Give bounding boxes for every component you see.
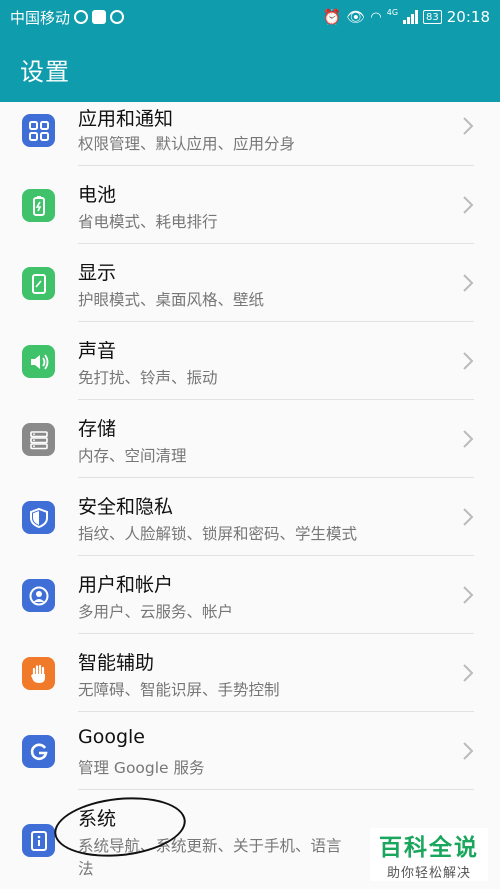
display-icon	[22, 267, 55, 300]
battery-status-icon: 83	[423, 10, 442, 24]
item-subtitle: 权限管理、默认应用、应用分身	[78, 135, 296, 153]
item-title: Google	[78, 726, 146, 748]
item-subtitle: 内存、空间清理	[78, 447, 187, 465]
eye-icon: 👁	[346, 8, 366, 26]
info-icon	[22, 824, 55, 857]
settings-item-users[interactable]: 用户和帐户 多用户、云服务、帐户	[0, 556, 500, 634]
item-subtitle: 多用户、云服务、帐户	[78, 603, 234, 621]
item-title: 系统	[78, 808, 117, 830]
item-title: 显示	[78, 262, 117, 284]
item-subtitle: 指纹、人脸解锁、锁屏和密码、学生模式	[78, 525, 358, 543]
settings-item-security[interactable]: 安全和隐私 指纹、人脸解锁、锁屏和密码、学生模式	[0, 478, 500, 556]
item-subtitle: 无障碍、智能识屏、手势控制	[78, 681, 280, 699]
clock: 20:18	[446, 8, 490, 26]
item-subtitle: 省电模式、耗电排行	[78, 213, 218, 231]
battery-level: 83	[426, 11, 439, 23]
battery-icon	[22, 189, 55, 222]
user-icon	[22, 579, 55, 612]
chevron-right-icon	[463, 586, 474, 604]
item-subtitle: 免打扰、铃声、振动	[78, 369, 218, 387]
item-title: 用户和帐户	[78, 574, 174, 596]
chevron-right-icon	[463, 664, 474, 682]
settings-item-assist[interactable]: 智能辅助 无障碍、智能识屏、手势控制	[0, 634, 500, 712]
settings-item-battery[interactable]: 电池 省电模式、耗电排行	[0, 166, 500, 244]
settings-item-google[interactable]: Google 管理 Google 服务	[0, 712, 500, 790]
item-subtitle-line2: 法	[78, 860, 94, 878]
watermark-title: 百科全说	[379, 835, 479, 861]
item-title: 电池	[78, 184, 117, 206]
page-title: 设置	[20, 58, 70, 86]
item-subtitle: 系统导航、系统更新、关于手机、语言	[78, 837, 342, 855]
notification-play-icon	[110, 10, 125, 24]
app-bar: 中国移动 ⏰ 👁 ◠ 4G 83 20:18 设置	[0, 0, 500, 102]
notification-app-icon	[92, 10, 107, 24]
apps-grid-icon	[22, 114, 55, 147]
storage-icon	[22, 423, 55, 456]
chevron-right-icon	[463, 196, 474, 214]
status-bar: 中国移动 ⏰ 👁 ◠ 4G 83 20:18	[0, 0, 500, 34]
wifi-icon: ◠	[370, 9, 382, 25]
settings-item-storage[interactable]: 存储 内存、空间清理	[0, 400, 500, 478]
item-title: 存储	[78, 418, 117, 440]
chevron-right-icon	[463, 117, 474, 135]
item-title: 应用和通知	[78, 108, 174, 130]
watermark: 百科全说 助你轻松解决	[370, 828, 488, 881]
chevron-right-icon	[463, 352, 474, 370]
item-title: 声音	[78, 340, 117, 362]
chevron-right-icon	[463, 508, 474, 526]
google-icon	[22, 735, 55, 768]
item-subtitle: 管理 Google 服务	[78, 759, 205, 777]
chevron-right-icon	[463, 274, 474, 292]
carrier-label: 中国移动	[10, 8, 71, 27]
settings-item-display[interactable]: 显示 护眼模式、桌面风格、壁纸	[0, 244, 500, 322]
hand-icon	[22, 657, 55, 690]
item-subtitle: 护眼模式、桌面风格、壁纸	[78, 291, 265, 309]
notification-circle-icon	[74, 10, 89, 24]
signal-icon	[403, 10, 419, 24]
network-type-label: 4G	[386, 8, 399, 17]
shield-icon	[22, 501, 55, 534]
alarm-icon: ⏰	[322, 8, 342, 26]
settings-list: 应用和通知 权限管理、默认应用、应用分身 电池 省电模式、耗电排行 显示 护眼模…	[0, 102, 500, 885]
item-title: 智能辅助	[78, 652, 155, 674]
settings-item-sound[interactable]: 声音 免打扰、铃声、振动	[0, 322, 500, 400]
chevron-right-icon	[463, 742, 474, 760]
watermark-subtitle: 助你轻松解决	[386, 866, 471, 881]
speaker-icon	[22, 345, 55, 378]
item-title: 安全和隐私	[78, 496, 174, 518]
chevron-right-icon	[463, 430, 474, 448]
settings-item-apps[interactable]: 应用和通知 权限管理、默认应用、应用分身	[0, 102, 500, 166]
